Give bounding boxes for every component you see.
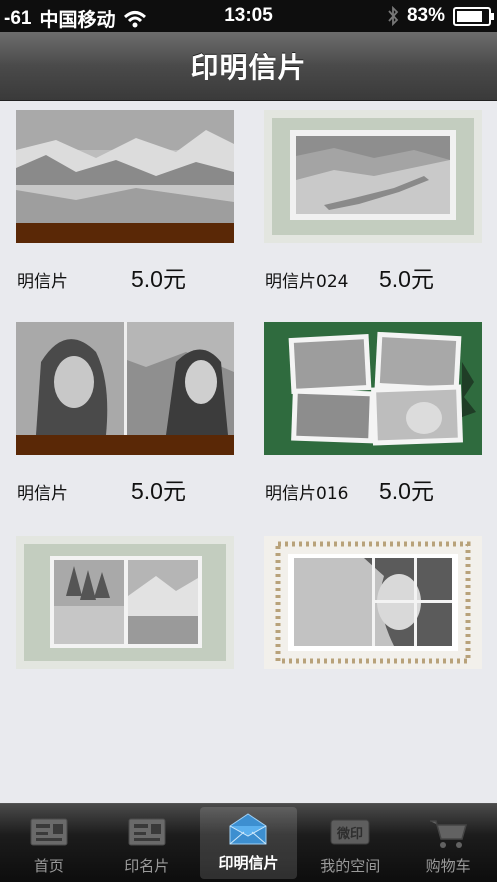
product-thumbnail (16, 536, 234, 669)
tab-my-space[interactable]: 微印 我的空间 (301, 804, 399, 882)
product-thumbnail (264, 322, 482, 455)
product-price: 5.0元 (131, 478, 186, 504)
product-thumbnail (16, 110, 234, 243)
envelope-icon (229, 813, 267, 845)
product-price: 5.0元 (131, 266, 186, 292)
tab-cart[interactable]: 购物车 (399, 804, 497, 882)
product-card[interactable]: 明信片 5.0元 (16, 110, 234, 292)
product-card[interactable] (16, 536, 234, 669)
product-price: 5.0元 (379, 478, 434, 504)
product-card[interactable]: 明信片024 5.0元 (264, 110, 482, 292)
product-name: 明信片016 (265, 484, 349, 504)
tab-label: 印名片 (124, 857, 170, 875)
battery-icon (453, 6, 494, 26)
bluetooth-icon (388, 6, 399, 26)
tab-label: 印明信片 (218, 854, 279, 872)
status-bar: -61 中国移动 13:05 83% (0, 0, 497, 32)
product-thumbnail (264, 536, 482, 669)
tab-label: 我的空间 (320, 857, 381, 875)
tab-postcard[interactable]: 印明信片 (199, 807, 298, 879)
product-thumbnail (264, 110, 482, 243)
page-title: 印明信片 (190, 51, 307, 84)
battery-percent: 83% (406, 5, 445, 26)
product-name: 明信片 (17, 484, 68, 504)
weiyin-stamp-icon: 微印 (330, 819, 370, 845)
stamp-text: 微印 (336, 826, 363, 842)
tab-business-card[interactable]: 印名片 (98, 804, 196, 882)
tab-label: 购物车 (425, 857, 471, 875)
product-price: 5.0元 (379, 266, 434, 292)
product-thumbnail (16, 322, 234, 455)
product-name: 明信片 (17, 272, 68, 292)
product-card[interactable] (264, 536, 482, 669)
product-card[interactable]: 明信片016 5.0元 (264, 322, 482, 504)
tab-home[interactable]: 首页 (0, 804, 98, 882)
tab-label: 首页 (33, 857, 64, 875)
product-card[interactable]: 明信片 5.0元 (16, 322, 234, 504)
business-card-icon (128, 818, 166, 846)
tab-bar: 首页 印名片 印明信片 微印 我的空间 购物车 (0, 803, 497, 882)
product-name: 明信片024 (265, 272, 349, 292)
home-card-icon (30, 818, 68, 846)
navigation-bar: 印明信片 (0, 32, 497, 101)
shopping-cart-icon (430, 820, 468, 848)
